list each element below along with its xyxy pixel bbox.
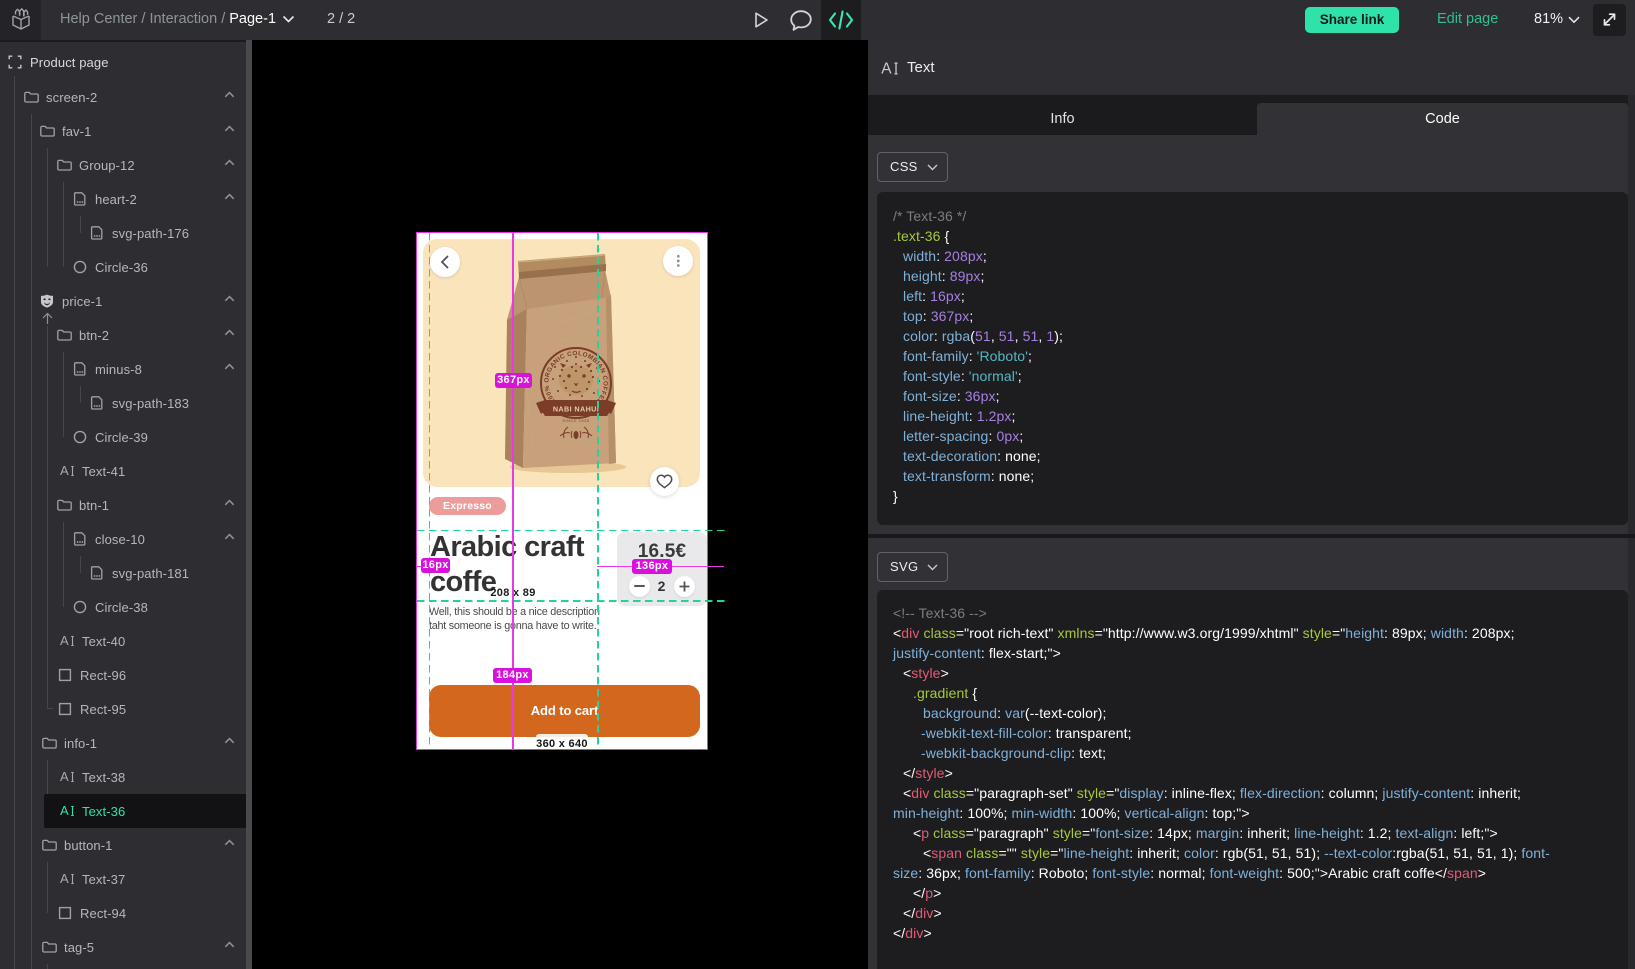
svg-text:A: A	[881, 60, 892, 77]
svg-text:A: A	[60, 803, 69, 818]
